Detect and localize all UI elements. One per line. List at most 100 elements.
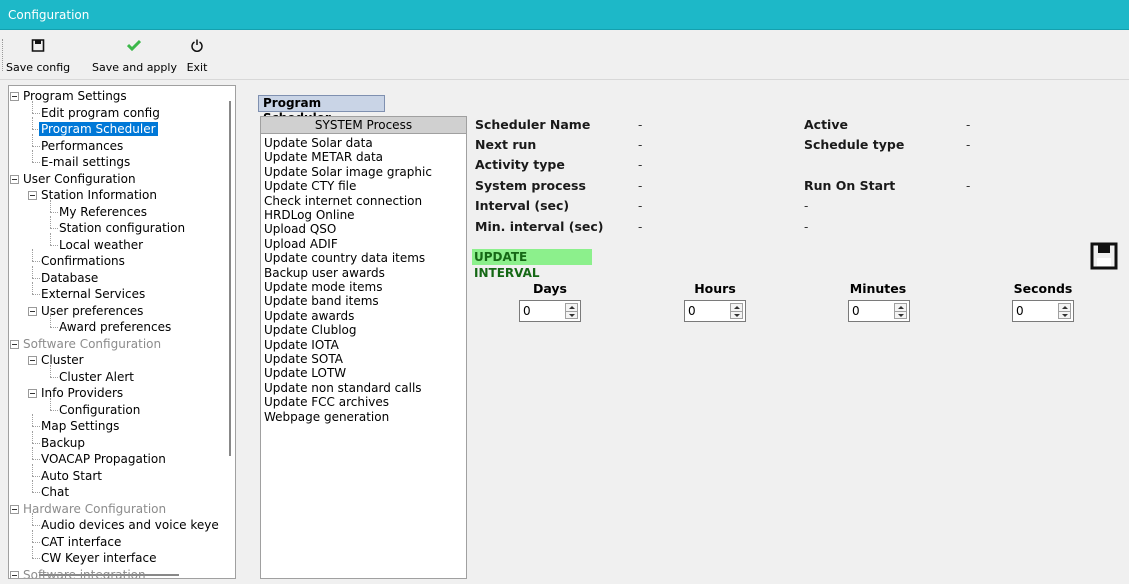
toolbar-grip xyxy=(2,39,5,71)
tree-item[interactable]: External Services xyxy=(41,286,145,303)
process-list-item[interactable]: Update awards xyxy=(264,309,354,323)
process-list-item[interactable]: Update band items xyxy=(264,294,379,308)
tree-connector xyxy=(32,282,33,294)
tree-connector xyxy=(32,525,40,526)
exit-button[interactable]: Exit xyxy=(184,34,210,76)
tree-item[interactable]: User preferences xyxy=(41,303,143,320)
seconds-spinner[interactable]: 0 xyxy=(1012,300,1074,322)
process-list-item[interactable]: Update SOTA xyxy=(264,352,343,366)
tree-connector xyxy=(50,364,51,377)
save-interval-icon[interactable] xyxy=(1090,242,1118,270)
spin-down-icon[interactable] xyxy=(734,314,740,317)
tree-vertical-scrollbar[interactable] xyxy=(229,101,231,456)
process-list-item[interactable]: Update mode items xyxy=(264,280,382,294)
tree-item[interactable]: E-mail settings xyxy=(41,154,130,171)
tree-item[interactable]: Edit program config xyxy=(41,105,160,122)
process-list-item[interactable]: Update Solar data xyxy=(264,136,373,150)
tree-item[interactable]: CW Keyer interface xyxy=(41,550,156,567)
process-list-item[interactable]: Update LOTW xyxy=(264,366,346,380)
tree-item[interactable]: Software Configuration xyxy=(23,336,161,353)
tree-collapse-icon[interactable] xyxy=(28,306,37,316)
save-and-apply-button[interactable]: Save and apply xyxy=(92,34,177,76)
system-process-label: System process xyxy=(475,178,586,193)
minutes-spinner[interactable]: 0 xyxy=(848,300,910,322)
process-list-item[interactable]: Update FCC archives xyxy=(264,395,389,409)
process-list-item[interactable]: Update Clublog xyxy=(264,323,357,337)
tree-collapse-icon[interactable] xyxy=(10,339,19,349)
spin-up-icon[interactable] xyxy=(898,306,904,309)
tree-item[interactable]: Configuration xyxy=(59,402,140,419)
tree-item[interactable]: Auto Start xyxy=(41,468,102,485)
tree-item[interactable]: Audio devices and voice keye xyxy=(41,517,219,534)
process-list-item[interactable]: Backup user awards xyxy=(264,266,385,280)
tree-item[interactable]: Cluster xyxy=(41,352,84,369)
tree-item[interactable]: Map Settings xyxy=(41,418,119,435)
tree-connector xyxy=(32,150,33,162)
spin-up-icon[interactable] xyxy=(569,306,575,309)
process-list-item[interactable]: Update IOTA xyxy=(264,338,339,352)
tree-collapse-icon[interactable] xyxy=(10,504,19,514)
tree-item[interactable]: Station Information xyxy=(41,187,157,204)
process-list-item[interactable]: Upload ADIF xyxy=(264,237,338,251)
tree-item[interactable]: Chat xyxy=(41,484,69,501)
process-list-item[interactable]: Upload QSO xyxy=(264,222,336,236)
tree-item[interactable]: VOACAP Propagation xyxy=(41,451,166,468)
tree-item[interactable]: Program Scheduler xyxy=(39,121,158,138)
tree-item[interactable]: Performances xyxy=(41,138,123,155)
tree-item[interactable]: Program Settings xyxy=(23,88,127,105)
schedule-type-label: Schedule type xyxy=(804,137,905,152)
spin-up-icon[interactable] xyxy=(1062,306,1068,309)
system-process-list[interactable]: SYSTEM Process Update Solar data Update M… xyxy=(260,116,467,579)
process-list-item[interactable]: Update non standard calls xyxy=(264,381,422,395)
tree-item[interactable]: Software integration xyxy=(23,567,146,579)
days-spinner[interactable]: 0 xyxy=(519,300,581,322)
tree-item[interactable]: CAT interface xyxy=(41,534,121,551)
process-list-item[interactable]: Update METAR data xyxy=(264,150,383,164)
process-list-item[interactable]: Check internet connection xyxy=(264,194,422,208)
tree-connector xyxy=(32,426,40,427)
hours-spin-buttons[interactable] xyxy=(730,303,743,319)
tree-item[interactable]: Info Providers xyxy=(41,385,123,402)
tree-item[interactable]: Award preferences xyxy=(59,319,171,336)
tree-collapse-icon[interactable] xyxy=(28,389,37,398)
spin-down-icon[interactable] xyxy=(898,314,904,317)
run-on-start-value: - xyxy=(966,179,971,193)
tree-item-label: Backup xyxy=(41,435,85,450)
minutes-spin-buttons[interactable] xyxy=(894,303,907,319)
process-list-item[interactable]: Update Solar image graphic xyxy=(264,165,432,179)
tree-collapse-icon[interactable] xyxy=(28,356,37,365)
tree-collapse-icon[interactable] xyxy=(28,191,37,200)
seconds-value: 0 xyxy=(1016,304,1024,318)
tree-item-label: Hardware Configuration xyxy=(23,501,167,516)
tree-collapse-icon[interactable] xyxy=(10,570,19,578)
tree-connector xyxy=(32,261,40,262)
tree-item[interactable]: Cluster Alert xyxy=(59,369,134,386)
days-spin-buttons[interactable] xyxy=(565,303,578,319)
process-list-item[interactable]: Update country data items xyxy=(264,251,425,265)
process-list-item[interactable]: Webpage generation xyxy=(264,410,389,424)
save-config-button[interactable]: Save config xyxy=(6,34,70,76)
tree-item[interactable]: Station configuration xyxy=(59,220,185,237)
tree-item[interactable]: User Configuration xyxy=(23,171,136,188)
process-list-item[interactable]: HRDLog Online xyxy=(264,208,355,222)
tree-item[interactable]: Backup xyxy=(41,435,85,452)
spin-down-icon[interactable] xyxy=(569,314,575,317)
tree-collapse-icon[interactable] xyxy=(10,174,19,184)
seconds-spin-buttons[interactable] xyxy=(1058,303,1071,319)
settings-tree[interactable]: Program Settings Edit program config Progr… xyxy=(8,85,236,579)
spin-up-icon[interactable] xyxy=(734,306,740,309)
tree-item-label: Confirmations xyxy=(41,254,125,268)
spin-down-icon[interactable] xyxy=(1062,314,1068,317)
tree-item[interactable]: Local weather xyxy=(59,237,143,254)
save-config-label: Save config xyxy=(6,61,71,74)
tree-item[interactable]: My References xyxy=(59,204,147,221)
hours-spinner[interactable]: 0 xyxy=(684,300,746,322)
tree-connector xyxy=(32,277,40,279)
tree-item[interactable]: Database xyxy=(41,270,98,287)
process-list-item[interactable]: Update CTY file xyxy=(264,179,356,193)
tree-connector xyxy=(50,216,51,228)
tree-item[interactable]: Hardware Configuration xyxy=(23,501,166,518)
tree-item-label: User Configuration xyxy=(23,171,136,186)
tree-item[interactable]: Confirmations xyxy=(41,253,125,270)
tree-collapse-icon[interactable] xyxy=(10,92,19,101)
